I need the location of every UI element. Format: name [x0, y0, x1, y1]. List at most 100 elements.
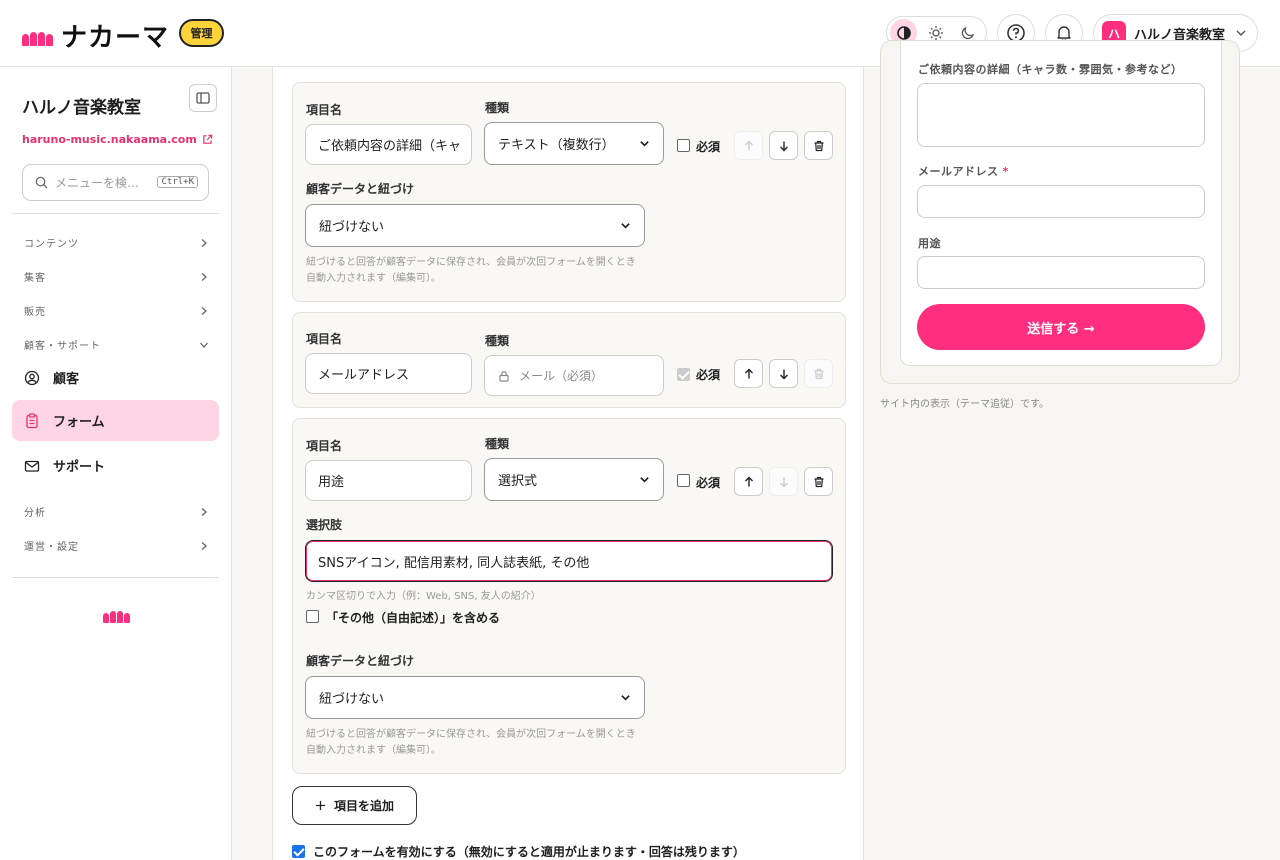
divider: [12, 213, 219, 214]
preview-submit-button[interactable]: 送信する →: [917, 304, 1205, 350]
delete-button: [804, 359, 833, 388]
link-customer-select[interactable]: 紐づけない: [305, 204, 645, 247]
link-customer-label: 顧客データと紐づけ: [306, 182, 415, 196]
item-name-input[interactable]: ご依頼内容の詳細（キャ: [305, 124, 472, 165]
type-select-locked: メール（必須）: [484, 355, 664, 396]
trash-icon: [814, 476, 823, 487]
preview-purpose-input[interactable]: [917, 256, 1205, 289]
chevron-right-icon: [201, 541, 207, 550]
item-name-label: 項目名: [306, 103, 343, 117]
delete-button[interactable]: [804, 467, 833, 496]
preview-email-label: メールアドレス *: [918, 165, 1009, 178]
field-card: 項目名 種類 用途 選択式 必須 選択肢 SNSアイコン, 配信用素材, 同人誌…: [292, 418, 846, 774]
choices-input[interactable]: SNSアイコン, 配信用素材, 同人誌表紙, その他: [305, 540, 833, 582]
site-title: ハルノ音楽教室: [22, 98, 141, 118]
delete-button[interactable]: [804, 131, 833, 160]
footer-logo-icon: [103, 611, 130, 623]
add-item-label: 項目を追加: [333, 799, 394, 813]
chevron-right-icon: [201, 306, 207, 315]
preview-email-input[interactable]: [917, 185, 1205, 218]
sidebar-item-customers[interactable]: 顧客: [12, 357, 219, 398]
move-down-button[interactable]: [769, 359, 798, 388]
preview-detail-textarea[interactable]: [917, 83, 1205, 147]
include-other-checkbox[interactable]: [306, 610, 319, 623]
field-card: 項目名 種類 ご依頼内容の詳細（キャ テキスト（複数行） 必須 顧客データと紐づ…: [292, 82, 846, 302]
required-label: 必須: [696, 476, 721, 490]
nav-section-sales[interactable]: 販売: [24, 303, 209, 318]
app-logo[interactable]: ナカーマ: [22, 17, 169, 54]
item-name-input[interactable]: メールアドレス: [305, 353, 472, 394]
nav-section-analytics[interactable]: 分析: [24, 504, 209, 519]
search-placeholder: メニューを検…: [55, 176, 140, 190]
menu-search-input[interactable]: メニューを検… Ctrl+K: [22, 164, 209, 201]
preview-card: ご依頼内容の詳細（キャラ数・雰囲気・参考など） メールアドレス * 用途 送信する…: [900, 41, 1222, 366]
move-up-button[interactable]: [734, 467, 763, 496]
nav-section-label: 運営・設定: [24, 542, 79, 553]
choices-help-text: カンマ区切りで入力（例：Web, SNS, 友人の紹介）: [306, 591, 541, 602]
preview-note: サイト内の表示（テーマ追従）です。: [880, 399, 1049, 410]
nav-section-operations[interactable]: 運営・設定: [24, 538, 209, 553]
logo-mark-icon: [22, 26, 53, 46]
sidebar-collapse-button[interactable]: [189, 84, 217, 112]
sidebar-item-label: フォーム: [53, 415, 105, 430]
arrow-down-icon: [779, 141, 788, 151]
nav-section-content[interactable]: コンテンツ: [24, 235, 209, 250]
move-up-button[interactable]: [734, 359, 763, 388]
sidebar-item-support[interactable]: サポート: [12, 445, 219, 486]
arrow-up-icon: [744, 140, 753, 150]
move-down-button[interactable]: [769, 131, 798, 160]
mail-icon: [24, 460, 40, 472]
preview-purpose-label: 用途: [918, 237, 941, 250]
clipboard-icon: [26, 412, 38, 428]
lock-icon: [499, 370, 509, 382]
link-customer-label: 顧客データと紐づけ: [306, 654, 415, 668]
chevron-right-icon: [201, 272, 207, 281]
required-checkbox[interactable]: [677, 474, 690, 487]
chevron-down-icon: [640, 141, 649, 147]
add-item-button[interactable]: 項目を追加: [292, 786, 417, 825]
sidebar-toggle-icon: [196, 92, 210, 104]
arrow-up-icon: [744, 368, 753, 378]
required-mark: *: [1002, 165, 1009, 178]
type-label: 種類: [485, 334, 510, 348]
enable-form-row[interactable]: このフォームを有効にする（無効にすると適用が止まります・回答は残ります）: [292, 843, 745, 860]
nav-section-attract[interactable]: 集客: [24, 269, 209, 284]
item-name-label: 項目名: [306, 439, 343, 453]
nav-section-customer-support[interactable]: 顧客・サポート: [24, 337, 209, 352]
nav-section-label: 分析: [24, 508, 46, 519]
trash-icon: [814, 368, 823, 379]
site-url: haruno-music.nakaama.com: [22, 133, 197, 146]
type-select[interactable]: テキスト（複数行）: [484, 122, 664, 165]
type-select[interactable]: 選択式: [484, 458, 664, 501]
logo-text: ナカーマ: [61, 23, 170, 53]
nav-section-label: 集客: [24, 273, 46, 284]
chevron-right-icon: [201, 507, 207, 516]
trash-icon: [814, 140, 823, 151]
link-select-value: 紐づけない: [319, 220, 385, 235]
required-checkbox[interactable]: [677, 139, 690, 152]
type-label: 種類: [485, 101, 510, 115]
move-up-button[interactable]: [734, 131, 763, 160]
sidebar-item-label: 顧客: [53, 372, 80, 387]
type-select-value: テキスト（複数行）: [498, 138, 615, 153]
enable-form-label: このフォームを有効にする（無効にすると適用が止まります・回答は残ります）: [313, 845, 745, 859]
item-name-input[interactable]: 用途: [305, 460, 472, 501]
required-label: 必須: [696, 140, 721, 154]
link-customer-select[interactable]: 紐づけない: [305, 676, 645, 719]
chevron-down-icon: [200, 342, 208, 348]
include-other-label: 「その他（自由記述）」を含める: [326, 611, 501, 625]
enable-form-checkbox[interactable]: [292, 845, 305, 858]
link-help-text: 紐づけると回答が顧客データに保存され、会員が次回フォームを開くとき自動入力されま…: [306, 729, 636, 756]
chevron-down-icon: [621, 695, 630, 701]
site-url-link[interactable]: haruno-music.nakaama.com: [22, 133, 213, 146]
form-preview: ご依頼内容の詳細（キャラ数・雰囲気・参考など） メールアドレス * 用途 送信する…: [880, 40, 1240, 384]
link-help-text: 紐づけると回答が顧客データに保存され、会員が次回フォームを開くとき自動入力されま…: [306, 257, 636, 284]
user-circle-icon: [24, 370, 40, 385]
sidebar-item-forms[interactable]: フォーム: [12, 400, 219, 441]
divider: [12, 577, 219, 578]
chevron-down-icon: [640, 477, 649, 483]
item-name-label: 項目名: [306, 332, 343, 346]
move-down-button: [769, 467, 798, 496]
form-builder: 項目名 種類 ご依頼内容の詳細（キャ テキスト（複数行） 必須 顧客データと紐づ…: [272, 67, 864, 860]
field-card: 項目名 種類 メールアドレス メール（必須） 必須: [292, 312, 846, 408]
